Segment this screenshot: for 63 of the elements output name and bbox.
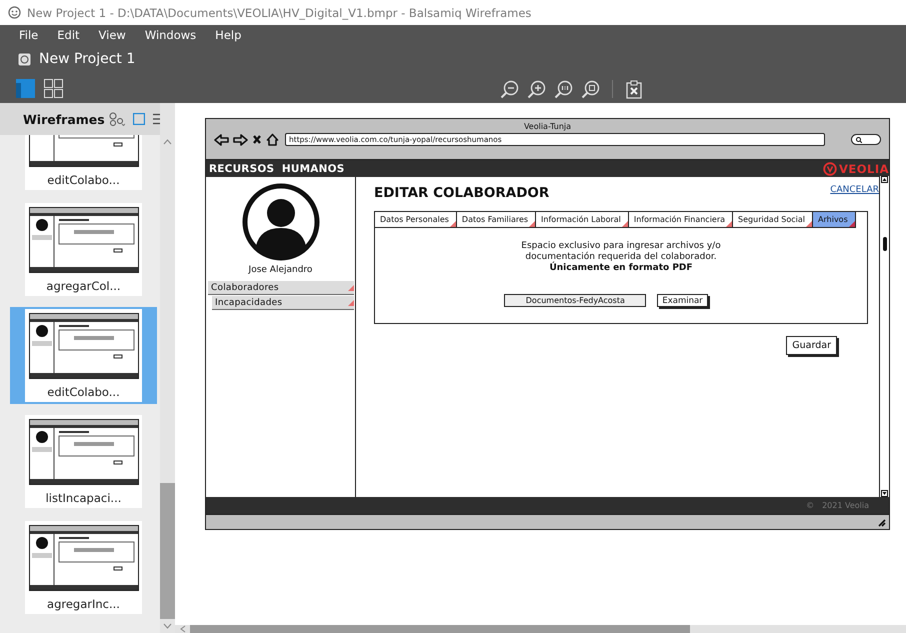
- panel-title: Wireframes: [23, 112, 105, 126]
- clipboard-delete-icon[interactable]: [625, 79, 643, 99]
- menu-item[interactable]: Edit: [50, 28, 87, 42]
- page-label: editColabo...: [47, 385, 120, 399]
- page-label: agregarInc...: [47, 597, 120, 611]
- page-label: agregarCol...: [46, 279, 121, 293]
- link-marker-icon: [450, 221, 456, 227]
- project-icon: [18, 52, 31, 66]
- user-name: Jose Alejandro: [247, 265, 314, 275]
- resize-grip-icon[interactable]: [877, 518, 886, 526]
- link-marker-icon: [726, 221, 732, 227]
- browser-title: Veolia-Tunja: [522, 122, 572, 131]
- link-marker-icon: [622, 221, 628, 227]
- description-text: Espacio exclusivo para ingresar archivos y/o documentación requerida del colaborador.: [520, 241, 722, 262]
- close-icon[interactable]: [252, 134, 262, 145]
- file-field[interactable]: Documentos-FedyAcosta: [504, 294, 646, 307]
- save-button[interactable]: Guardar: [786, 336, 837, 355]
- brand-logo: VEOLIA: [822, 162, 889, 176]
- back-arrow-icon[interactable]: [214, 134, 229, 146]
- app-logo-icon: [8, 6, 21, 19]
- page-heading: EDITAR COLABORADOR: [374, 185, 550, 201]
- browse-button[interactable]: Examinar: [657, 294, 708, 307]
- link-marker-icon: [348, 300, 354, 306]
- thumbnail-view-icon[interactable]: [132, 113, 145, 125]
- scroll-left-icon[interactable]: [180, 625, 186, 633]
- link-marker-icon: [848, 221, 855, 227]
- search-field[interactable]: [851, 134, 881, 145]
- sitemap-icon[interactable]: [108, 112, 125, 126]
- menu-item[interactable]: Windows: [138, 28, 204, 42]
- zoom-fit-icon[interactable]: [581, 80, 600, 98]
- avatar-icon: [242, 183, 320, 261]
- nav-item[interactable]: Incapacidades: [212, 296, 354, 310]
- menu-item[interactable]: View: [92, 28, 133, 42]
- link-marker-icon: [806, 221, 812, 227]
- copyright-symbol: ©: [806, 501, 814, 510]
- app-title: RECURSOS HUMANOS: [209, 162, 345, 174]
- project-title: New Project 1: [39, 51, 136, 67]
- scrollbar-thumb[interactable]: [160, 483, 175, 619]
- zoom-in-icon[interactable]: [527, 80, 546, 98]
- zoom-out-icon[interactable]: [500, 80, 519, 98]
- format-note: Únicamente en formato PDF: [548, 263, 694, 274]
- scroll-down-icon[interactable]: [881, 490, 888, 497]
- scrollbar-thumb[interactable]: [190, 625, 690, 633]
- scrollbar[interactable]: [879, 176, 889, 497]
- home-icon[interactable]: [266, 133, 279, 146]
- grid-view-icon[interactable]: [44, 78, 63, 98]
- page-item[interactable]: editColabo...: [10, 307, 157, 404]
- page-label: editColabo...: [47, 173, 120, 187]
- window-title: New Project 1 - D:\DATA\Documents\VEOLIA\HV_Digital_V1.bmpr - Balsamiq Wireframes: [27, 6, 532, 20]
- scroll-up-icon[interactable]: [881, 176, 888, 183]
- menu-item[interactable]: Help: [208, 28, 248, 42]
- link-marker-icon: [529, 221, 536, 227]
- link-marker-icon: [348, 284, 354, 290]
- menu-item[interactable]: File: [12, 28, 46, 42]
- tab[interactable]: Arhivos: [813, 212, 856, 227]
- forward-arrow-icon[interactable]: [233, 134, 248, 146]
- page-label: listIncapaci...: [46, 491, 122, 505]
- nav-item[interactable]: Colaboradores: [208, 281, 354, 295]
- footer-text: 2021 Veolia: [822, 501, 869, 510]
- search-icon: [856, 136, 862, 142]
- cancel-link[interactable]: CANCELAR: [830, 185, 879, 195]
- actual-size-icon[interactable]: [554, 80, 573, 98]
- logo-icon: [822, 162, 837, 176]
